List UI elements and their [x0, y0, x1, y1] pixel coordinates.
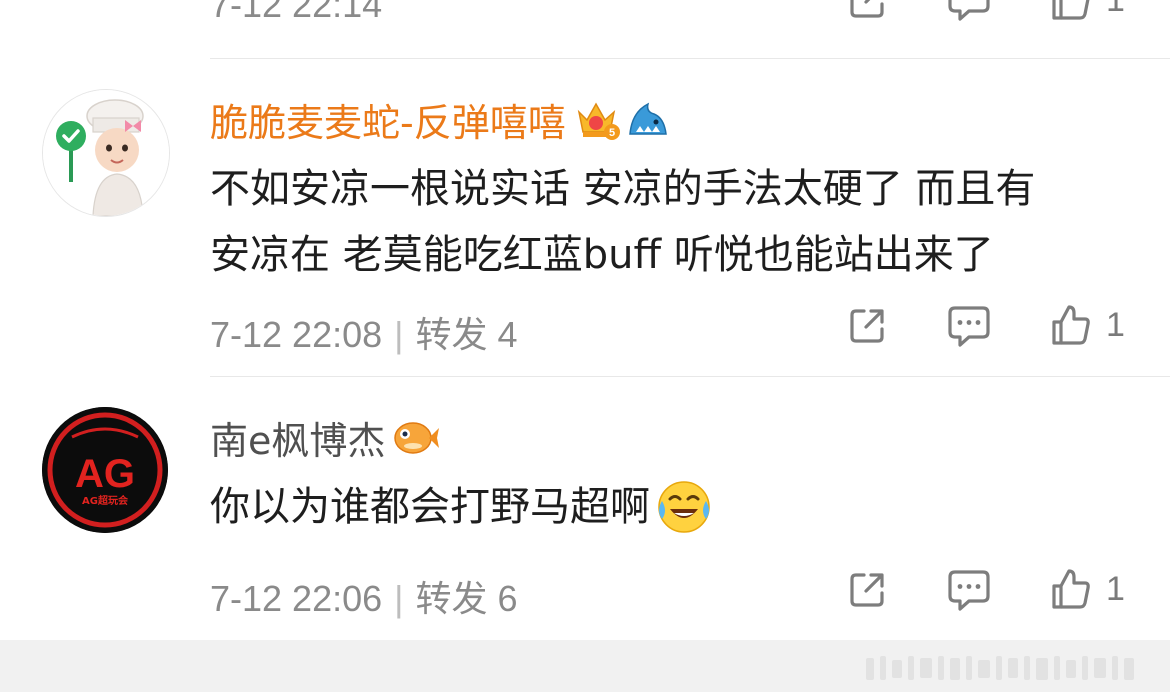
- comment-text-line: 你以为谁都会打野马超啊: [210, 484, 650, 530]
- like-count: 1: [1106, 305, 1125, 344]
- share-icon: [850, 309, 884, 343]
- share-icon: [850, 573, 884, 607]
- footer-bar: [0, 640, 1170, 692]
- like-count: 1: [1106, 0, 1125, 20]
- share-button[interactable]: [846, 0, 888, 22]
- comment-text: 不如安凉一根说实话 安凉的手法太硬了 而且有 安凉在 老莫能吃红蓝buff 听悦…: [210, 156, 1150, 288]
- like-button[interactable]: 1: [1050, 0, 1125, 22]
- thumbs-up-icon: [1052, 569, 1090, 609]
- pufferfish-badge-icon: [394, 421, 440, 454]
- repost-count[interactable]: 转发 4: [416, 314, 518, 355]
- comment-icon: [948, 306, 990, 347]
- avatar[interactable]: [42, 89, 170, 217]
- share-button[interactable]: [846, 305, 888, 347]
- crown-5-badge-icon: 5: [577, 101, 620, 140]
- comment-button[interactable]: [947, 568, 991, 614]
- comment-icon: [948, 0, 990, 21]
- comment-header: 脆脆麦麦蛇-反弹嘻嘻 5: [210, 92, 670, 147]
- comment-time: 7-12 22:08: [210, 314, 383, 355]
- comment-header: 南e枫博杰: [210, 410, 441, 465]
- username[interactable]: 南e枫博杰: [210, 410, 385, 465]
- share-button[interactable]: [846, 569, 888, 611]
- comment-button[interactable]: [947, 304, 991, 350]
- meta-separator: |: [384, 578, 414, 619]
- comment-meta: 7-12 22:08 | 转发 4: [210, 306, 518, 358]
- laugh-cry-emoji-icon: [658, 481, 710, 533]
- comment-time: 7-12 22:14: [210, 0, 383, 25]
- comment-button[interactable]: [947, 0, 991, 24]
- meta-separator: |: [384, 314, 414, 355]
- shark-badge-icon: [628, 102, 667, 135]
- comment-text-line: 安凉在 老莫能吃红蓝buff 听悦也能站出来了: [210, 232, 994, 278]
- thumbs-up-icon: [1052, 305, 1090, 345]
- repost-count[interactable]: 转发 6: [416, 578, 518, 619]
- avatar-sub-text: AG超玩会: [82, 494, 128, 507]
- username[interactable]: 脆脆麦麦蛇-反弹嘻嘻: [210, 92, 566, 147]
- thumbs-up-icon: [1052, 0, 1090, 20]
- avatar-logo-text: AG: [75, 452, 135, 496]
- share-icon: [850, 0, 884, 18]
- divider: [210, 376, 1170, 377]
- avatar[interactable]: AG AG超玩会: [42, 407, 168, 533]
- like-button[interactable]: 1: [1050, 303, 1125, 347]
- comment-icon: [948, 570, 990, 611]
- watermark-mark: [866, 656, 1134, 680]
- comment-meta: 7-12 22:06 | 转发 6: [210, 570, 518, 622]
- divider: [210, 58, 1170, 59]
- like-button[interactable]: 1: [1050, 567, 1125, 611]
- comment-text-line: 不如安凉一根说实话 安凉的手法太硬了 而且有: [210, 166, 1036, 212]
- like-count: 1: [1106, 569, 1125, 608]
- comment-text: 你以为谁都会打野马超啊: [210, 474, 1150, 540]
- svg-text:5: 5: [609, 127, 615, 139]
- comment-time: 7-12 22:06: [210, 578, 383, 619]
